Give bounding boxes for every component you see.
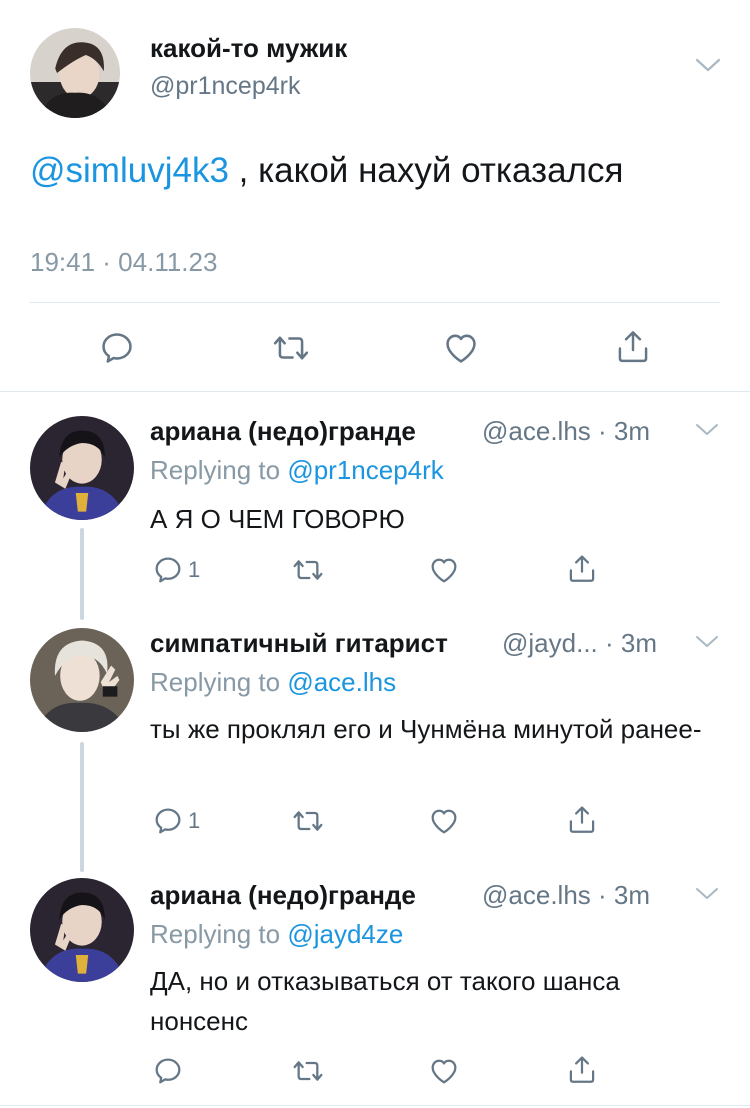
reply-icon <box>155 808 181 834</box>
share-button[interactable] <box>566 1053 598 1087</box>
retweet-button[interactable] <box>290 805 326 837</box>
replying-to: Replying to @pr1ncep4rk <box>150 455 444 486</box>
replying-to-label: Replying to <box>150 667 281 697</box>
avatar-photo <box>30 878 134 982</box>
avatar-photo <box>30 28 120 118</box>
tweet-body: , какой нахуй отказался <box>228 151 624 190</box>
author-name[interactable]: какой-то мужик <box>150 33 347 64</box>
mention-link[interactable]: @simluvj4k3 <box>30 151 229 190</box>
tweet-text: ДА, но и отказываться от такого шанса но… <box>150 966 620 1036</box>
replying-to: Replying to @jayd4ze <box>150 919 403 950</box>
tweet-meta: @ace.lhs · 3m <box>482 416 650 447</box>
like-button[interactable] <box>442 329 480 367</box>
reply-icon <box>155 557 181 583</box>
replying-to-label: Replying to <box>150 455 281 485</box>
author-name[interactable]: ариана (недо)гранде <box>150 416 416 447</box>
share-icon <box>569 1056 595 1083</box>
replying-to-label: Replying to <box>150 919 281 949</box>
share-icon <box>618 331 648 363</box>
replying-to: Replying to @ace.lhs <box>150 667 396 698</box>
chevron-down-icon[interactable] <box>695 887 719 901</box>
retweet-icon <box>293 1061 323 1081</box>
bottom-divider <box>0 1105 750 1106</box>
avatar[interactable] <box>30 28 120 118</box>
reply-count: 1 <box>188 808 201 833</box>
replying-to-link[interactable]: @pr1ncep4rk <box>287 455 443 485</box>
reply-button[interactable]: 1 <box>152 554 200 586</box>
like-button[interactable] <box>428 554 460 586</box>
reply-tweet[interactable]: симпатичный гитарист @jayd... · 3m Reply… <box>0 606 750 858</box>
replying-to-link[interactable]: @jayd4ze <box>287 919 403 949</box>
retweet-icon <box>293 560 323 580</box>
reply-count: 1 <box>188 557 201 582</box>
chevron-down-icon[interactable] <box>695 635 719 649</box>
tweet-meta: @ace.lhs · 3m <box>482 880 650 911</box>
reply-tweet[interactable]: ариана (недо)гранде @ace.lhs · 3m Replyi… <box>0 392 750 606</box>
author-handle[interactable]: @pr1ncep4rk <box>150 72 300 101</box>
author-name[interactable]: симпатичный гитарист <box>150 628 448 659</box>
retweet-icon <box>273 336 309 360</box>
retweet-button[interactable] <box>290 554 326 586</box>
tweet-time[interactable]: 3m <box>621 628 657 658</box>
author-handle[interactable]: @jayd... <box>502 628 598 658</box>
author-handle[interactable]: @ace.lhs <box>482 416 591 446</box>
retweet-button[interactable] <box>290 1055 326 1087</box>
avatar[interactable] <box>30 416 134 520</box>
tweet-text: ты же проклял его и Чунмёна минутой ране… <box>150 714 702 744</box>
like-icon <box>446 334 476 363</box>
like-button[interactable] <box>428 805 460 837</box>
like-button[interactable] <box>428 1055 460 1087</box>
replying-to-link[interactable]: @ace.lhs <box>287 667 396 697</box>
chevron-down-icon[interactable] <box>695 423 719 437</box>
author-name[interactable]: ариана (недо)гранде <box>150 880 416 911</box>
share-button[interactable] <box>566 803 598 837</box>
like-icon <box>431 809 457 834</box>
tweet-text: @simluvj4k3 , какой нахуй отказался <box>30 151 623 191</box>
reply-button[interactable]: 1 <box>152 805 200 837</box>
meta-separator: · <box>598 880 607 910</box>
divider <box>30 302 720 303</box>
tweet-time[interactable]: 3m <box>614 416 650 446</box>
meta-separator: · <box>605 628 614 658</box>
reply-tweet[interactable]: ариана (недо)гранде @ace.lhs · 3m Replyi… <box>0 858 750 1106</box>
reply-icon <box>102 333 132 363</box>
main-tweet: какой-то мужик @pr1ncep4rk @simluvj4k3 ,… <box>0 0 750 392</box>
tweet-meta: @jayd... · 3m <box>502 628 657 659</box>
tweet-time[interactable]: 3m <box>614 880 650 910</box>
retweet-icon <box>293 811 323 831</box>
share-button[interactable] <box>614 327 652 367</box>
avatar-photo <box>30 628 134 732</box>
share-button[interactable] <box>566 552 598 586</box>
chevron-down-icon[interactable] <box>695 57 721 73</box>
retweet-button[interactable] <box>270 329 312 367</box>
reply-icon <box>155 1058 181 1084</box>
avatar[interactable] <box>30 628 134 732</box>
share-icon <box>569 555 595 582</box>
avatar[interactable] <box>30 878 134 982</box>
like-icon <box>431 1059 457 1084</box>
like-icon <box>431 558 457 583</box>
author-handle[interactable]: @ace.lhs <box>482 880 591 910</box>
reply-button[interactable] <box>152 1055 188 1087</box>
reply-button[interactable] <box>98 329 136 367</box>
meta-separator: · <box>598 416 607 446</box>
share-icon <box>569 806 595 833</box>
avatar-photo <box>30 416 134 520</box>
tweet-timestamp[interactable]: 19:41 · 04.11.23 <box>30 247 217 278</box>
tweet-text: А Я О ЧЕМ ГОВОРЮ <box>150 504 405 534</box>
